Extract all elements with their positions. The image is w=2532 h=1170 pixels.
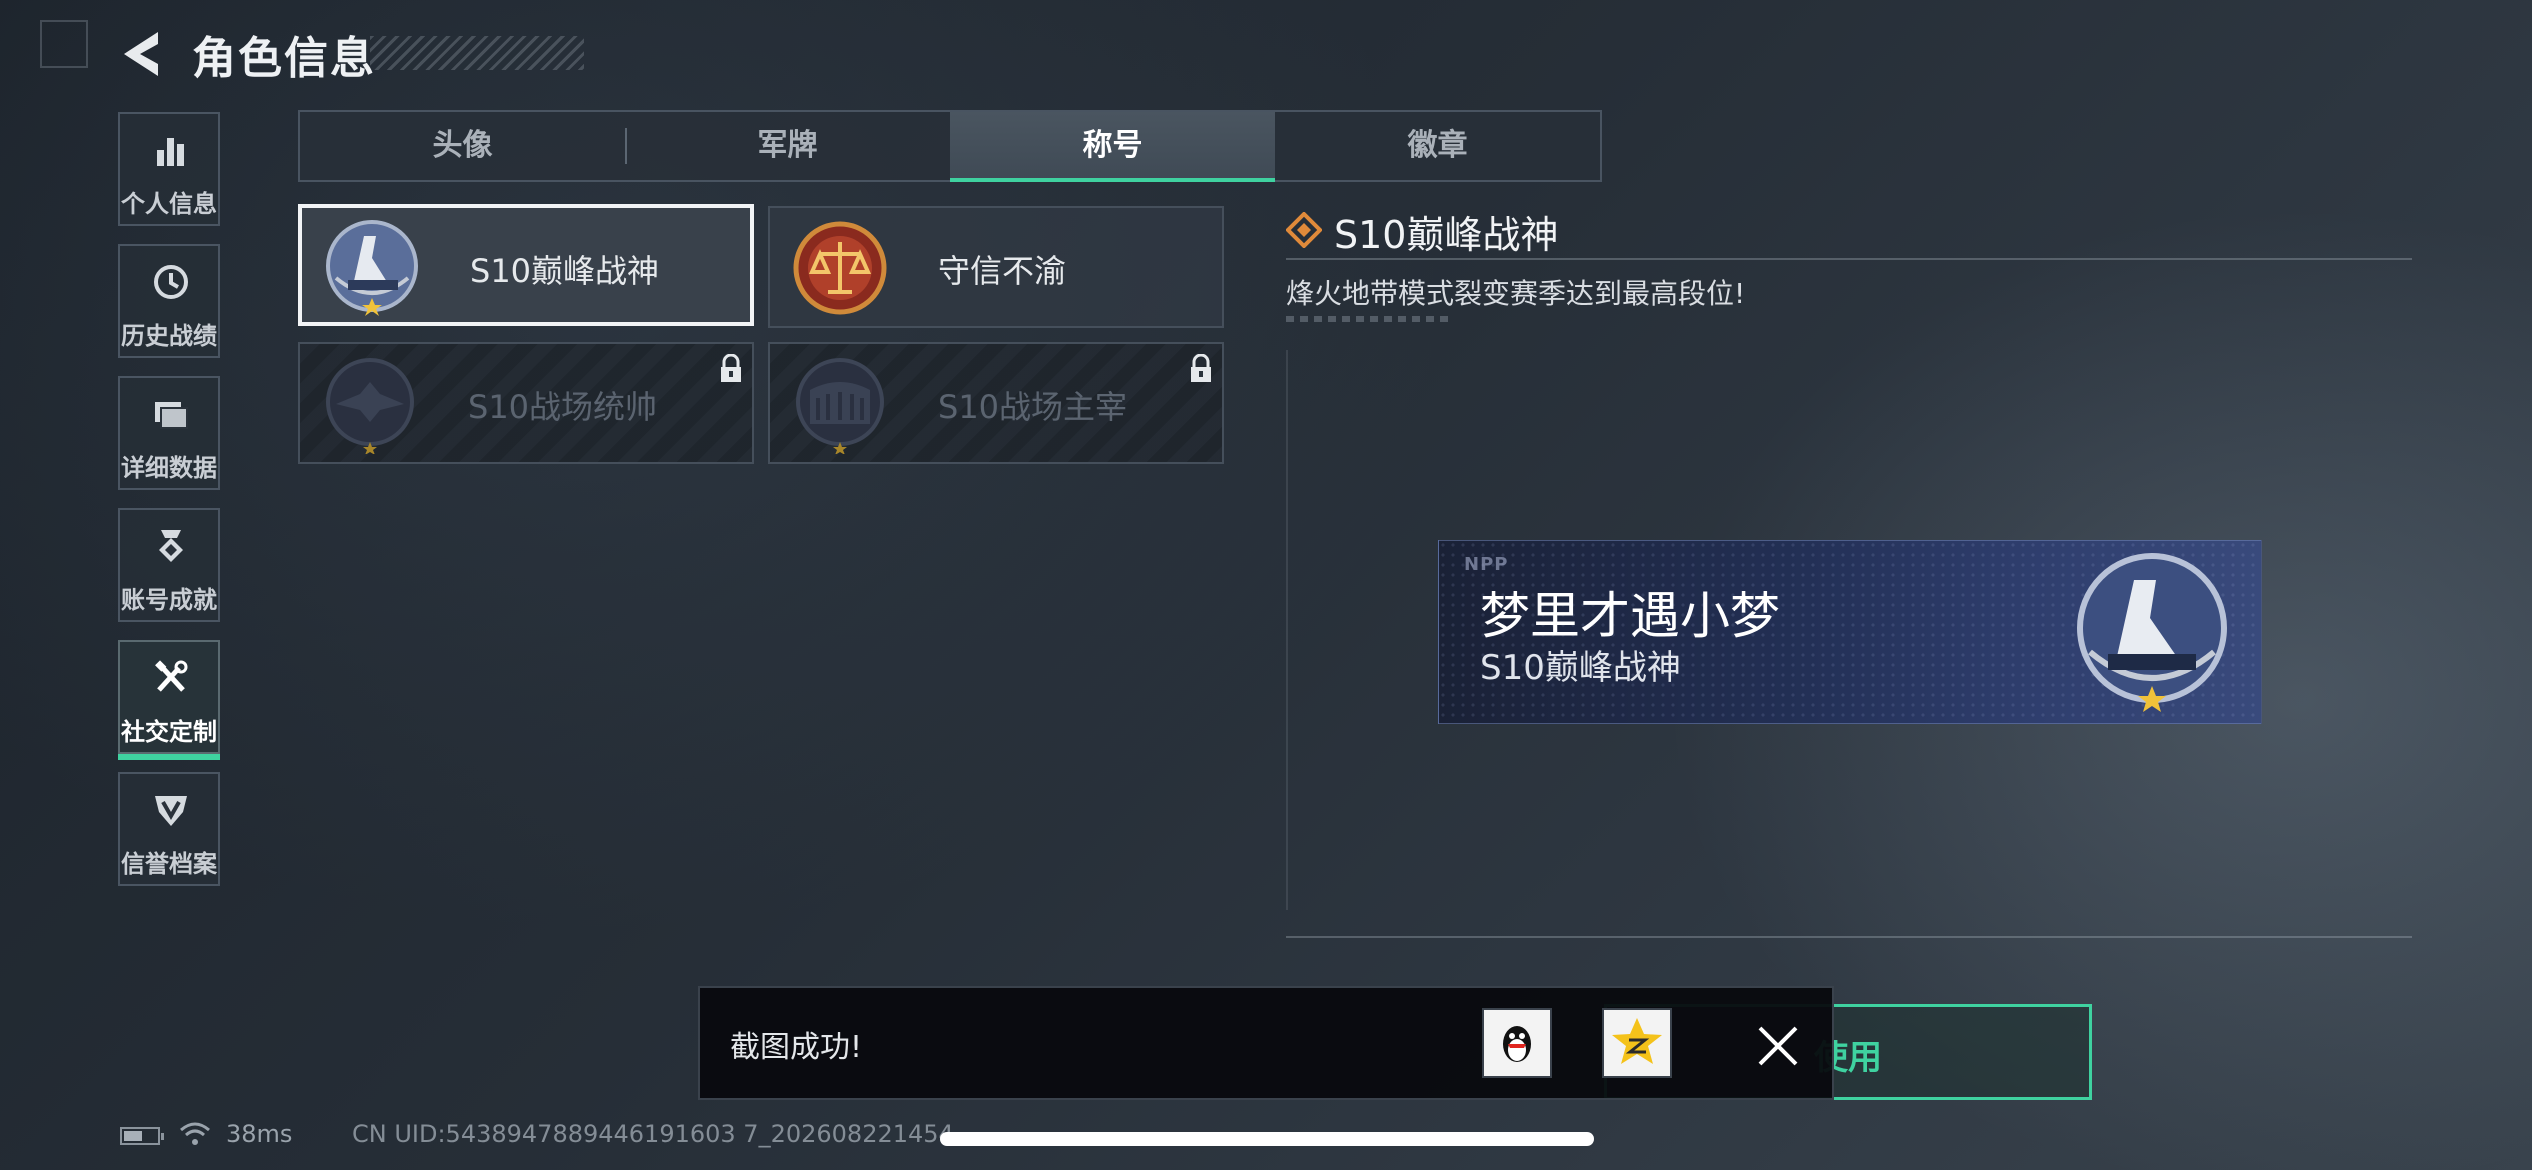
corner-decoration <box>40 20 88 68</box>
title-card-name: S10战场主宰 <box>938 388 1128 426</box>
qq-icon <box>1503 1026 1531 1062</box>
ping-readout: 38ms <box>226 1120 293 1148</box>
title-card-name: S10巅峰战神 <box>470 252 660 290</box>
back-arrow-icon[interactable] <box>118 28 164 80</box>
sidebar-item-achievements[interactable]: 账号成就 <box>118 508 220 622</box>
home-indicator[interactable] <box>940 1132 1594 1146</box>
clock-icon <box>154 265 188 299</box>
close-icon[interactable] <box>1748 1016 1808 1076</box>
sidebar-item-personal-info[interactable]: 个人信息 <box>118 112 220 226</box>
title-card-s10-battlefield-commander[interactable]: S10战场统帅 <box>298 342 754 464</box>
player-name: 梦里才遇小梦 <box>1480 587 1780 645</box>
wifi-icon <box>180 1122 210 1145</box>
sidebar-item-label: 个人信息 <box>121 190 217 218</box>
lock-icon <box>721 354 741 382</box>
title-card-name: S10战场统帅 <box>468 388 658 426</box>
tab-badge[interactable]: 徽章 <box>1275 112 1600 180</box>
sidebar-item-label: 历史战绩 <box>121 322 217 350</box>
sidebar-item-label: 账号成就 <box>121 586 217 614</box>
sidebar-item-social-custom[interactable]: 社交定制 <box>118 640 220 760</box>
title-card-s10-peak-war-god[interactable]: S10巅峰战神 <box>298 204 754 326</box>
sidebar-item-label: 社交定制 <box>121 718 217 746</box>
detail-subtext-decoration <box>1286 316 1450 322</box>
folder-icon <box>155 402 188 429</box>
commander-emblem-icon <box>326 358 414 454</box>
page-title: 角色信息 <box>192 33 376 84</box>
tab-avatar[interactable]: 头像 <box>300 112 625 180</box>
nameplate-tag: NPP <box>1464 554 1509 575</box>
sidebar-item-detail-data[interactable]: 详细数据 <box>118 376 220 490</box>
title-card-keep-faith[interactable]: 守信不渝 <box>768 206 1224 328</box>
title-diamond-icon <box>1286 212 1322 248</box>
colosseum-emblem-icon <box>796 358 884 454</box>
detail-description: 烽火地带模式裂变赛季达到最高段位! <box>1286 277 1746 310</box>
tab-dog-tag[interactable]: 军牌 <box>625 112 950 180</box>
peak-war-god-emblem-icon <box>326 220 418 316</box>
sidebar-item-credit-file[interactable]: 信誉档案 <box>118 772 220 886</box>
title-card-name: 守信不渝 <box>938 252 1067 290</box>
scales-emblem-icon <box>793 221 887 315</box>
tools-icon <box>155 660 188 692</box>
category-tabs: 头像 军牌 称号 徽章 <box>298 110 1602 182</box>
title-decoration <box>370 36 584 70</box>
bar-chart-icon <box>157 138 184 166</box>
qzone-icon <box>1612 1018 1662 1064</box>
lock-icon <box>1191 354 1211 382</box>
toast-message: 截图成功! <box>730 1030 863 1065</box>
share-qq-button[interactable] <box>1482 1008 1552 1078</box>
tab-title[interactable]: 称号 <box>950 112 1275 182</box>
sidebar-item-history[interactable]: 历史战绩 <box>118 244 220 358</box>
divider <box>1286 936 2412 938</box>
peak-war-god-emblem-icon <box>2077 553 2227 712</box>
divider <box>1286 258 2412 260</box>
shield-icon <box>155 796 187 826</box>
sidebar-item-label: 详细数据 <box>121 454 217 482</box>
battery-icon <box>120 1127 164 1145</box>
user-uid: CN UID:5438947889446191603 7_20260822145… <box>352 1120 954 1148</box>
nameplate-title: S10巅峰战神 <box>1480 648 1681 688</box>
sidebar-item-label: 信誉档案 <box>121 850 217 878</box>
title-card-s10-battlefield-dominator[interactable]: S10战场主宰 <box>768 342 1224 464</box>
share-qzone-button[interactable] <box>1602 1008 1672 1078</box>
medal-icon <box>159 530 183 562</box>
detail-title: S10巅峰战神 <box>1334 213 1559 257</box>
